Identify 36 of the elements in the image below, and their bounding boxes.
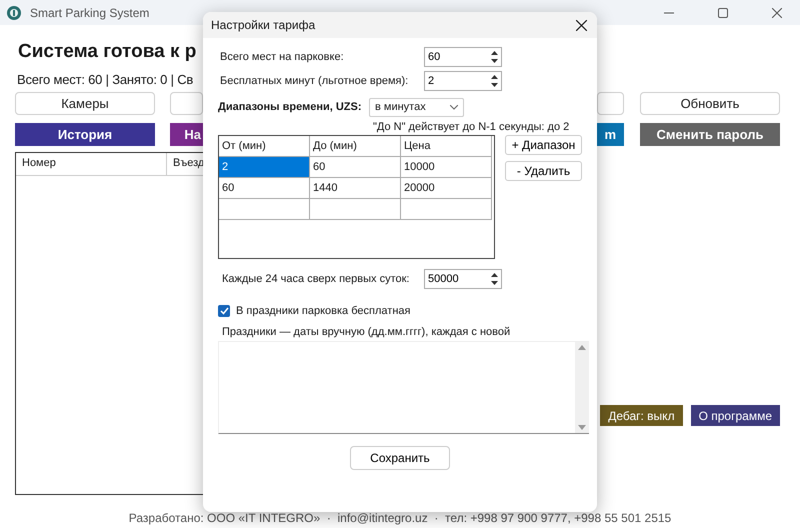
field-label: Бесплатных минут (льготное время): [219, 75, 410, 87]
field-label: Праздники — даты вручную (дд.мм.гггг), каждая с новой [222, 326, 512, 338]
column-header[interactable]: Номер [16, 153, 167, 175]
number-field[interactable]: 50000 [424, 269, 502, 289]
dialog-title: Настройки тарифа [211, 18, 316, 32]
column-header[interactable]: До (мин) [310, 136, 401, 157]
save-button[interactable]: Сохранить [350, 446, 450, 470]
hint-text: "До N" действует до N-1 секунды: до 2 [373, 120, 570, 134]
toolbar-button[interactable]: Обновить [640, 92, 780, 115]
status-heading: Система готова к р [18, 41, 196, 63]
section-label: Диапазоны времени, UZS: [218, 101, 363, 113]
unit-dropdown[interactable]: в минутах [369, 98, 464, 116]
number-field[interactable]: 60 [424, 47, 502, 67]
column-header[interactable]: Цена [401, 136, 492, 157]
grid-cell[interactable]: 60 [310, 157, 401, 178]
action-button[interactable]: На [170, 123, 203, 146]
action-button[interactable]: Дебаг: выкл [600, 405, 683, 426]
grid-cell[interactable]: 10000 [401, 157, 492, 178]
window-title: Smart Parking System [30, 6, 150, 20]
checkbox-label[interactable]: В праздники парковка бесплатная [236, 305, 410, 317]
field-label: Всего мест на парковке: [219, 51, 345, 63]
stats-text: Всего мест: 60 | Занято: 0 | Св [17, 72, 194, 87]
action-button[interactable]: История [15, 123, 155, 146]
grid-cell[interactable]: 1440 [310, 178, 401, 199]
toolbar-button[interactable]: Камеры [15, 92, 155, 115]
grid-cell[interactable]: 60 [219, 178, 310, 199]
grid-cell[interactable]: 2 [219, 157, 310, 178]
number-field[interactable]: 2 [424, 71, 502, 91]
field-label: Каждые 24 часа сверх первых суток: [221, 273, 410, 285]
action-button[interactable]: О программе [690, 405, 780, 426]
grid-cell[interactable]: 20000 [401, 178, 492, 199]
range-button[interactable]: + Диапазон [505, 135, 582, 155]
footer-text: Разработано: ООО «IT INTEGRO» · info@itintegro.uz · тел: +998 97 900 9777, +998 55 501 2515 [128, 511, 672, 525]
action-button[interactable]: Сменить пароль [640, 123, 780, 146]
range-button[interactable]: - Удалить [505, 161, 582, 181]
action-button[interactable]: m [597, 123, 624, 146]
